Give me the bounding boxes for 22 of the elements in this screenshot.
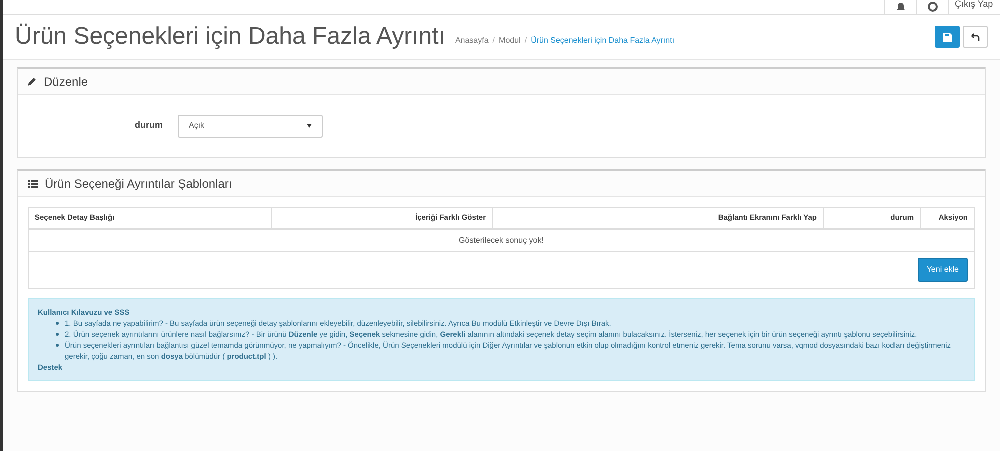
breadcrumb-link[interactable]: Modul <box>499 35 521 47</box>
panel-title: Düzenle <box>44 74 88 90</box>
pencil-icon <box>28 77 37 86</box>
caret-icon <box>307 124 312 128</box>
undo-arrow-icon <box>971 32 980 42</box>
bullet-icon <box>56 322 59 325</box>
logout-link[interactable]: Çıkış Yap <box>955 0 994 8</box>
bullet-icon <box>56 344 59 347</box>
empty-message: Gösterilecek sonuç yok! <box>459 234 544 246</box>
add-new-button[interactable]: Yeni ekle <box>918 258 968 282</box>
page-title: Ürün Seçenekleri için Daha Fazla Ayrıntı <box>15 22 446 52</box>
status-dropdown[interactable]: Açık <box>178 114 323 138</box>
breadcrumb-link[interactable]: Ürün Seçenekleri için Daha Fazla Ayrıntı <box>531 35 675 47</box>
bullet-icon <box>56 333 59 336</box>
back-button[interactable] <box>963 26 988 48</box>
breadcrumb-separator: / <box>492 35 496 47</box>
bell-icon[interactable] <box>896 2 906 12</box>
breadcrumb-separator: / <box>524 35 528 47</box>
field-label: durum <box>134 119 164 132</box>
panel-title: Ürün Seçeneği Ayrıntılar Şablonları <box>45 176 232 192</box>
breadcrumb-link[interactable]: Anasayfa <box>455 35 489 47</box>
list-icon <box>28 180 38 188</box>
